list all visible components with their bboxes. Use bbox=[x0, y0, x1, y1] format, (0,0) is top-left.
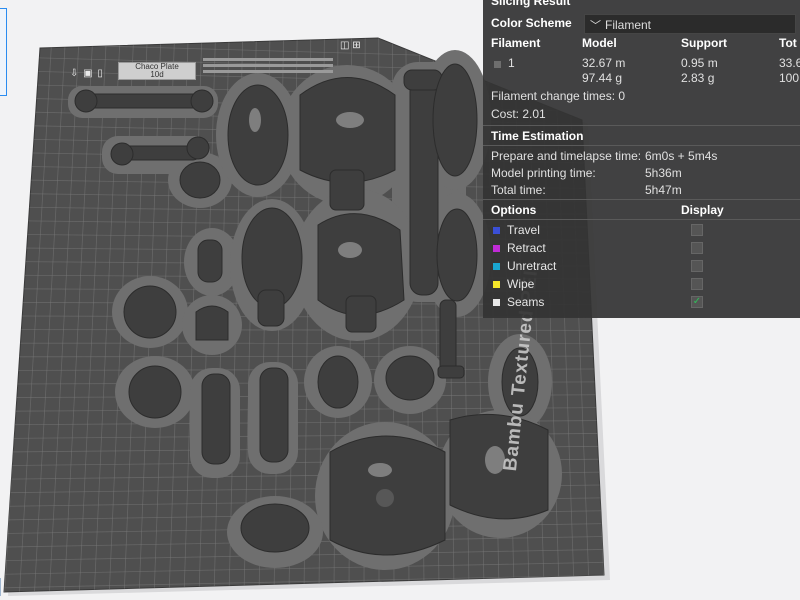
plate-settings-icon[interactable]: ▣ bbox=[83, 68, 93, 79]
col-header-model: Model bbox=[582, 36, 617, 50]
cost: Cost: 2.01 bbox=[491, 107, 546, 121]
color-scheme-label: Color Scheme bbox=[491, 16, 572, 30]
option-label: Wipe bbox=[507, 277, 535, 291]
travel-display-checkbox[interactable] bbox=[691, 224, 703, 236]
retract-color-swatch bbox=[493, 245, 500, 252]
slicing-result-panel: Slicing Result Color Scheme ﹀ Filament F… bbox=[483, 0, 800, 318]
filament-color-swatch bbox=[494, 61, 501, 68]
arrange-icon[interactable]: ⇩ bbox=[70, 68, 79, 79]
filament-id: 1 bbox=[508, 56, 515, 70]
display-title: Display bbox=[681, 203, 724, 217]
prepare-time-label: Prepare and timelapse time: bbox=[491, 149, 642, 163]
lock-icon[interactable]: ▯ bbox=[97, 68, 104, 79]
col-header-filament: Filament bbox=[491, 36, 541, 50]
col-header-support: Support bbox=[681, 36, 727, 50]
color-scheme-row: Color Scheme ﹀ Filament bbox=[491, 14, 796, 34]
plate-corner-icons[interactable]: ◫ ⊞ bbox=[340, 40, 361, 51]
auto-orient-icon[interactable]: ◫ bbox=[340, 40, 349, 51]
seams-color-swatch bbox=[493, 299, 500, 306]
chevron-down-icon: ﹀ bbox=[590, 20, 601, 32]
total-weight: 100 bbox=[779, 71, 800, 85]
col-header-total: Tot bbox=[779, 36, 797, 50]
divider bbox=[483, 219, 800, 220]
support-length: 0.95 m bbox=[681, 56, 718, 70]
plate-name-label[interactable]: Chaco Plate 10d bbox=[118, 62, 196, 80]
option-label: Travel bbox=[507, 223, 540, 237]
seams-display-checkbox[interactable]: ✓ bbox=[691, 296, 703, 308]
option-label: Retract bbox=[507, 241, 546, 255]
divider bbox=[483, 145, 800, 146]
option-label: Unretract bbox=[507, 259, 557, 273]
prepare-time-value: 6m0s + 5m4s bbox=[645, 149, 718, 163]
wipe-display-checkbox[interactable] bbox=[691, 278, 703, 290]
3d-viewport[interactable]: ⇩ ▣ ▯ Chaco Plate 10d ◫ ⊞ Bambu Textured … bbox=[0, 0, 800, 600]
color-scheme-select[interactable]: ﹀ Filament bbox=[584, 14, 796, 34]
time-estimation-title: Time Estimation bbox=[491, 129, 584, 143]
plate-menu-icon[interactable]: ⊞ bbox=[352, 40, 360, 51]
wipe-color-swatch bbox=[493, 281, 500, 288]
travel-color-swatch bbox=[493, 227, 500, 234]
options-title: Options bbox=[491, 203, 537, 217]
model-weight: 97.44 g bbox=[582, 71, 623, 85]
retract-display-checkbox[interactable] bbox=[691, 242, 703, 254]
model-print-time-value: 5h36m bbox=[645, 166, 682, 180]
filament-change-times: Filament change times: 0 bbox=[491, 89, 626, 103]
color-scheme-value: Filament bbox=[605, 18, 652, 32]
plate-tool-icons[interactable]: ⇩ ▣ ▯ bbox=[70, 68, 104, 79]
option-label: Seams bbox=[507, 295, 545, 309]
support-weight: 2.83 g bbox=[681, 71, 715, 85]
unretract-display-checkbox[interactable] bbox=[691, 260, 703, 272]
model-length: 32.67 m bbox=[582, 56, 626, 70]
divider bbox=[483, 199, 800, 200]
model-print-time-label: Model printing time: bbox=[491, 166, 596, 180]
panel-title: Slicing Result bbox=[491, 0, 571, 8]
total-length: 33.6 bbox=[779, 56, 800, 70]
unretract-color-swatch bbox=[493, 263, 500, 270]
total-time-value: 5h47m bbox=[645, 183, 682, 197]
plate-stripe-decoration bbox=[203, 58, 333, 78]
total-time-label: Total time: bbox=[491, 183, 546, 197]
divider bbox=[483, 125, 800, 126]
